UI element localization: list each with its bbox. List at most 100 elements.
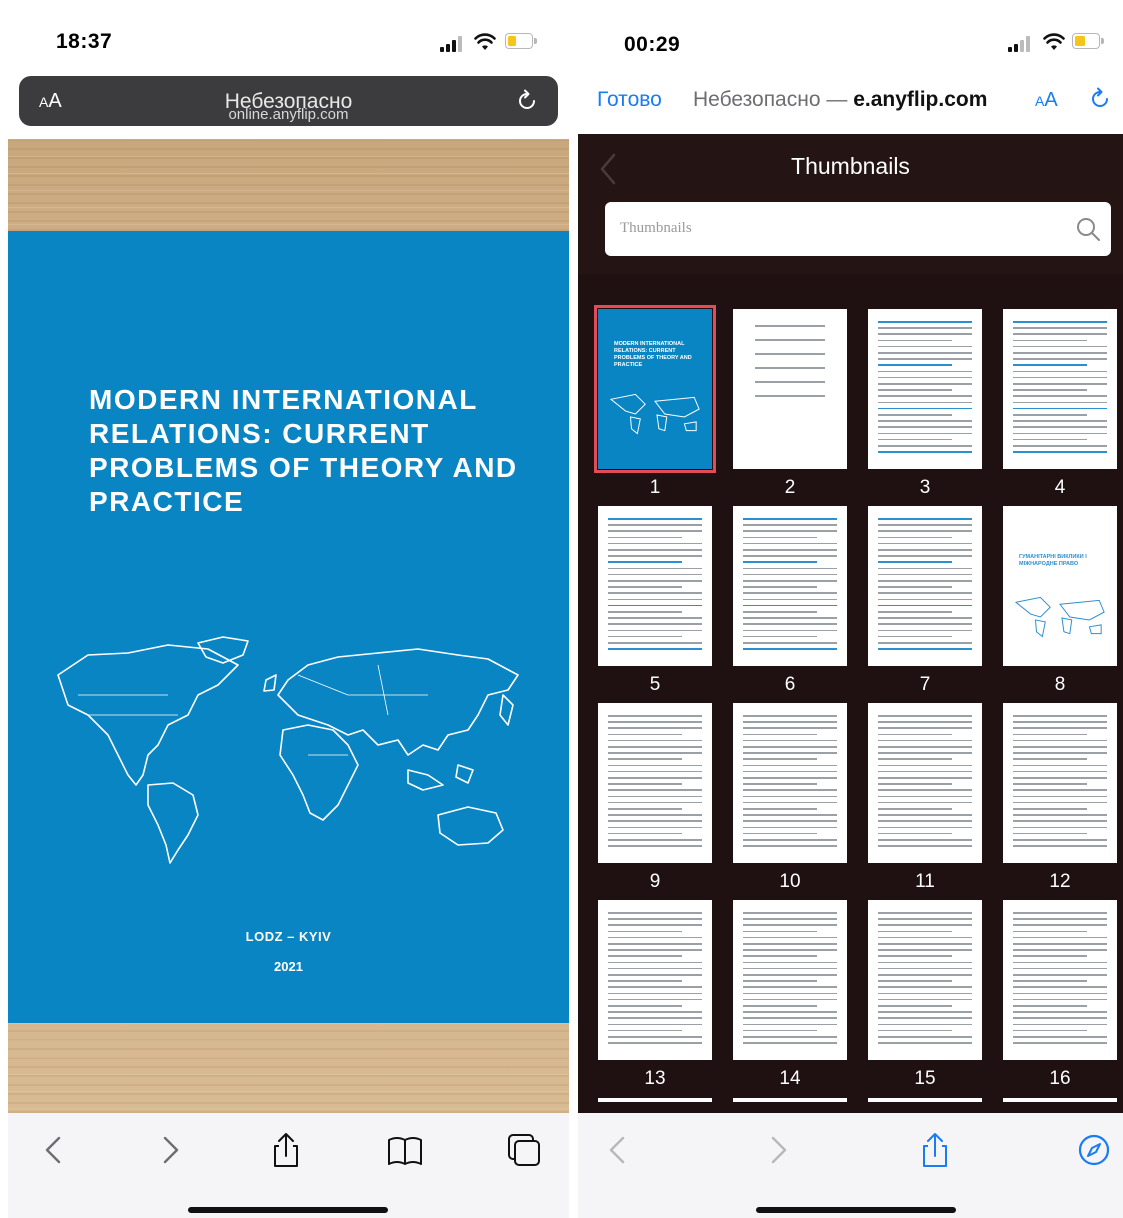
thumbnail-page-6[interactable] bbox=[733, 506, 847, 666]
thumbnail-page-1[interactable]: MODERN INTERNATIONAL RELATIONS: CURRENT … bbox=[594, 305, 716, 473]
thumbnail-text-line bbox=[878, 623, 972, 625]
forward-icon[interactable] bbox=[150, 1130, 190, 1170]
thumbnail-text-line bbox=[878, 752, 972, 754]
thumbnail-text-line bbox=[743, 648, 837, 650]
thumbnail-text-line bbox=[1013, 992, 1107, 995]
thumbnail-text-line bbox=[743, 826, 837, 829]
thumbnail-text-line bbox=[608, 808, 682, 810]
thumbnail-text-line bbox=[878, 604, 972, 607]
thumbnail-text-line bbox=[878, 524, 972, 526]
url-text[interactable]: Небезопасно — e.anyflip.com bbox=[693, 88, 987, 112]
bookmarks-icon[interactable] bbox=[385, 1130, 425, 1170]
thumbnail-text-line bbox=[1013, 961, 1107, 964]
thumbnail-text-line bbox=[878, 345, 972, 348]
thumbnail-text-line bbox=[743, 758, 817, 760]
thumbnail-text-line bbox=[878, 795, 972, 798]
thumbnail-text-line bbox=[878, 826, 972, 829]
thumbnail-page-10[interactable] bbox=[733, 703, 847, 863]
thumbnail-text-line bbox=[878, 924, 972, 926]
thumbnail-text-line bbox=[743, 518, 837, 520]
thumbnail-text-line bbox=[743, 820, 837, 822]
thumbnail-text-line bbox=[1013, 777, 1107, 779]
back-icon[interactable] bbox=[34, 1130, 74, 1170]
thumbnail-text-line bbox=[878, 980, 952, 982]
share-icon[interactable] bbox=[266, 1130, 306, 1170]
thumbnail-text-line bbox=[608, 758, 682, 760]
domain-text: e.anyflip.com bbox=[853, 88, 988, 111]
search-icon[interactable] bbox=[1075, 216, 1101, 242]
tabs-icon[interactable] bbox=[504, 1130, 544, 1170]
thumbnail-text-line bbox=[608, 567, 702, 570]
next-row-thumbnail-edge bbox=[868, 1098, 982, 1102]
thumbnail-page-15[interactable] bbox=[868, 900, 982, 1060]
thumbnail-text-line bbox=[743, 1036, 837, 1038]
thumbnail-page-number: 5 bbox=[649, 674, 661, 695]
thumbnail-page-5[interactable] bbox=[598, 506, 712, 666]
thumbnail-text-line bbox=[1013, 758, 1087, 760]
thumbnail-text-line bbox=[743, 642, 837, 644]
thumbnail-text-line bbox=[608, 992, 702, 995]
thumbnail-text-line bbox=[1013, 924, 1107, 926]
done-button[interactable]: Готово bbox=[597, 88, 662, 112]
thumbnail-text-line bbox=[1013, 451, 1107, 453]
thumbnail-page-2[interactable] bbox=[733, 309, 847, 469]
compass-icon[interactable] bbox=[1074, 1130, 1114, 1170]
text-size-button[interactable]: AA bbox=[1035, 89, 1058, 112]
thumbnail-text-line bbox=[878, 648, 972, 650]
forward-icon[interactable] bbox=[758, 1130, 798, 1170]
thumbnail-page-16[interactable] bbox=[1003, 900, 1117, 1060]
thumbnail-text-line bbox=[1013, 832, 1087, 835]
thumbnail-page-11[interactable] bbox=[868, 703, 982, 863]
back-icon[interactable] bbox=[598, 1130, 638, 1170]
thumbnail-text-line bbox=[743, 918, 837, 920]
thumbnail-text-line bbox=[743, 930, 817, 933]
thumbnail-text-line bbox=[755, 325, 825, 327]
thumbnail-page-8[interactable]: ГУМАНІТАРНІ ВИКЛИКИ І МІЖНАРОДНЕ ПРАВО bbox=[1003, 506, 1117, 666]
address-bar[interactable]: AA Небезопасно online.anyflip.com bbox=[19, 76, 558, 126]
reload-icon[interactable] bbox=[514, 88, 540, 114]
thumbnail-text-line bbox=[878, 549, 972, 551]
thumbnail-text-line bbox=[743, 635, 817, 638]
thumbnail-text-line bbox=[608, 561, 682, 563]
thumbnail-text-line bbox=[743, 924, 837, 926]
thumbnail-page-number: 13 bbox=[644, 1068, 666, 1089]
thumbnail-text-line bbox=[878, 629, 972, 632]
thumbnail-page-9[interactable] bbox=[598, 703, 712, 863]
thumbnail-text-line bbox=[878, 611, 952, 613]
thumbnail-page-4[interactable] bbox=[1003, 309, 1117, 469]
thumbnail-text-line bbox=[878, 389, 952, 391]
thumbnail-text-line bbox=[878, 635, 952, 638]
thumbnail-text-line bbox=[608, 912, 702, 914]
thumbnail-page-7[interactable] bbox=[868, 506, 982, 666]
thumbnail-text-line bbox=[878, 789, 972, 791]
reload-icon[interactable] bbox=[1087, 86, 1113, 112]
thumbnail-text-line bbox=[1013, 358, 1107, 360]
thumbnail-text-line bbox=[1013, 438, 1087, 441]
thumbnail-search-input[interactable]: Thumbnails bbox=[605, 202, 1111, 256]
thumbnail-text-line bbox=[878, 617, 972, 619]
thumbnail-text-line bbox=[608, 949, 702, 951]
thumbnail-text-line bbox=[743, 1005, 817, 1007]
thumbnail-text-line bbox=[743, 986, 837, 988]
thumbnail-page-number: 14 bbox=[779, 1068, 801, 1089]
thumbnail-cover-title: MODERN INTERNATIONAL RELATIONS: CURRENT … bbox=[614, 341, 692, 368]
thumbnail-page-13[interactable] bbox=[598, 900, 712, 1060]
share-icon[interactable] bbox=[915, 1130, 955, 1170]
cover-title: MODERN INTERNATIONAL RELATIONS: CURRENT … bbox=[89, 384, 518, 517]
thumbnail-text-line bbox=[1013, 1029, 1087, 1032]
status-bar: 18:37 bbox=[8, 0, 569, 72]
thumbnail-text-line bbox=[608, 536, 682, 539]
thumbnail-text-line bbox=[743, 832, 817, 835]
thumbnail-map-icon bbox=[1014, 596, 1105, 638]
thumbnail-text-line bbox=[608, 1005, 682, 1007]
thumbnail-text-line bbox=[1013, 1042, 1107, 1044]
wifi-icon bbox=[1043, 33, 1065, 50]
thumbnail-page-14[interactable] bbox=[733, 900, 847, 1060]
thumbnail-text-line bbox=[878, 733, 952, 736]
thumbnail-page-12[interactable] bbox=[1003, 703, 1117, 863]
thumbnail-page-3[interactable] bbox=[868, 309, 982, 469]
thumbnail-text-line bbox=[878, 1005, 952, 1007]
book-cover[interactable]: MODERN INTERNATIONAL RELATIONS: CURRENT … bbox=[8, 231, 569, 1023]
thumbnail-text-line bbox=[878, 321, 972, 323]
thumbnail-text-line bbox=[743, 530, 837, 532]
